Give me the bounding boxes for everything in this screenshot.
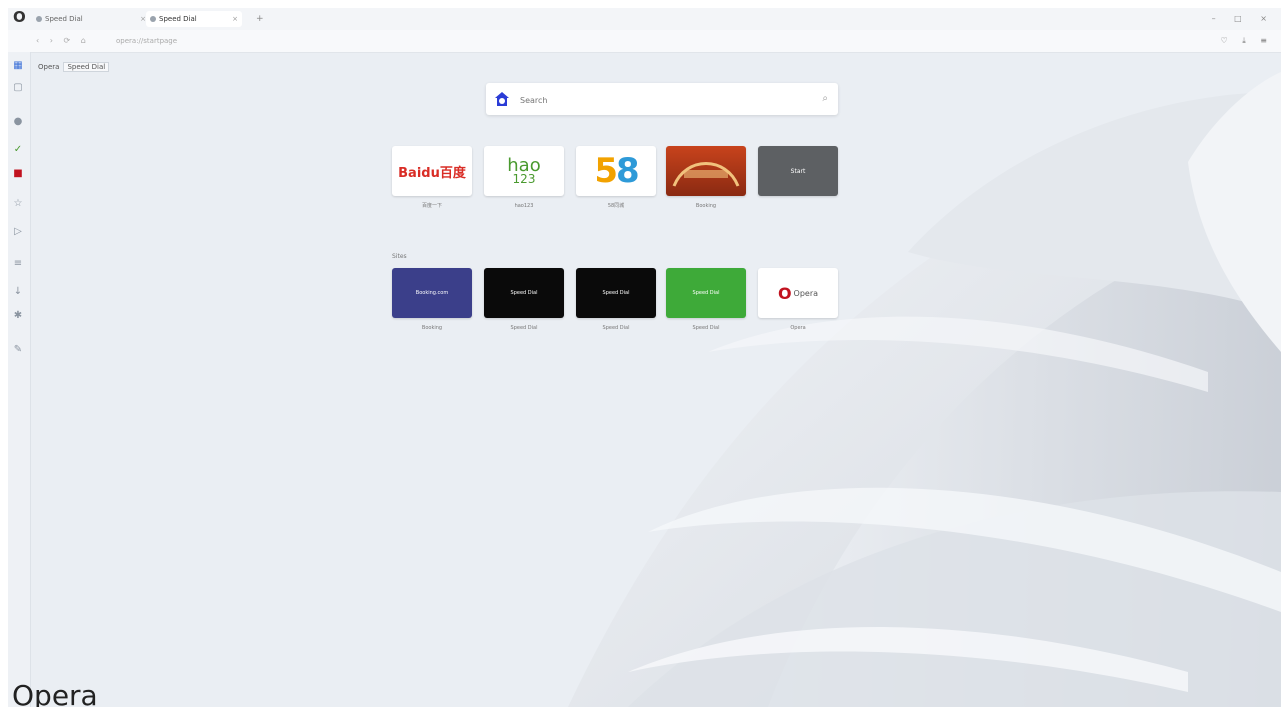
section-label: Sites: [392, 253, 407, 260]
bookmarks-icon[interactable]: ☆: [12, 198, 24, 210]
search-box[interactable]: ⌕: [486, 83, 838, 115]
speed-dial-tile-hao123[interactable]: hao 123: [484, 146, 564, 196]
vk-icon[interactable]: ■: [12, 168, 24, 180]
tile-label: Speed Dial: [510, 290, 538, 296]
speed-dial-tile-site[interactable]: Speed Dial: [484, 268, 564, 318]
bookmark-item[interactable]: Opera: [38, 63, 59, 71]
opera-logo-icon[interactable]: O: [13, 10, 27, 25]
tile-label: Speed Dial: [602, 290, 630, 296]
tab-2[interactable]: Speed Dial ×: [146, 11, 242, 27]
speed-dial-tile-site[interactable]: Speed Dial: [666, 268, 746, 318]
speed-dial-tile-start[interactable]: Start: [758, 146, 838, 196]
tile-caption: Speed Dial: [692, 325, 720, 331]
tile-caption: 百度一下: [421, 203, 442, 209]
tab-2-label: Speed Dial: [159, 15, 197, 23]
tile-caption: Speed Dial: [602, 325, 630, 331]
new-tab-icon[interactable]: +: [256, 11, 264, 27]
history-icon[interactable]: ≡: [12, 258, 24, 270]
tile-caption: Speed Dial: [510, 325, 538, 331]
speed-dial-tile-site[interactable]: Booking.com: [392, 268, 472, 318]
tile-caption: hao123: [514, 203, 534, 209]
tile-58-eight: 8: [616, 151, 640, 191]
bookmarks-bar: Opera Speed Dial: [38, 62, 110, 72]
window-controls[interactable]: – □ ×: [1212, 11, 1275, 27]
player-icon[interactable]: ▷: [12, 226, 24, 238]
tile-caption: 58同城: [607, 203, 625, 209]
tile-hao-top: hao: [507, 154, 541, 176]
speed-dial-icon[interactable]: ▦: [12, 60, 24, 72]
tile-label: Speed Dial: [692, 290, 720, 296]
news-icon[interactable]: ▢: [12, 82, 24, 94]
tab-1[interactable]: Speed Dial ×: [32, 11, 150, 27]
search-engine-logo-icon[interactable]: [494, 91, 510, 107]
tile-58-five: 5: [594, 151, 618, 191]
tile-hao-num: 123: [512, 171, 536, 186]
speed-dial-tile-baidu[interactable]: Baidu百度: [392, 146, 472, 196]
browser-window: O Speed Dial × Speed Dial × + – □ × ‹ › …: [8, 8, 1281, 707]
settings-icon[interactable]: ✱: [12, 310, 24, 322]
speed-dial-tile-opera[interactable]: O Opera: [758, 268, 838, 318]
booking-image-icon: [672, 162, 740, 187]
downloads-icon[interactable]: ↓: [12, 286, 24, 298]
tile-grey-label: Start: [790, 167, 806, 175]
speed-dial-tile-booking[interactable]: [666, 146, 746, 196]
speed-dial-tile-site[interactable]: Speed Dial: [576, 268, 656, 318]
tab-1-label: Speed Dial: [45, 15, 83, 23]
url-field[interactable]: opera://startpage: [116, 34, 616, 48]
title-bar: O Speed Dial × Speed Dial × + – □ ×: [8, 8, 1281, 31]
tile-label: Booking.com: [415, 290, 449, 296]
edit-icon[interactable]: ✎: [12, 344, 24, 356]
address-bar: ‹ › ⟳ ⌂ opera://startpage ♡ ⤓ ≡: [8, 30, 1281, 53]
whatsapp-icon[interactable]: ✓: [12, 144, 24, 156]
tile-caption: Booking: [421, 325, 443, 331]
messenger-icon[interactable]: ●: [12, 116, 24, 128]
nav-buttons[interactable]: ‹ › ⟳ ⌂: [36, 33, 90, 49]
tile-caption: Opera: [790, 325, 806, 331]
search-input[interactable]: [518, 91, 792, 109]
tab-favicon-icon: [36, 16, 42, 22]
search-icon[interactable]: ⌕: [822, 92, 828, 106]
tab-favicon-icon: [150, 16, 156, 22]
image-caption: Opera: [12, 681, 98, 707]
close-tab-icon[interactable]: ×: [232, 11, 238, 27]
speed-dial-tile-58[interactable]: 58: [576, 146, 656, 196]
opera-o-icon: O: [777, 283, 792, 303]
sidebar: ▦ ▢ ● ✓ ■ ☆ ▷ ≡ ↓ ✱ ✎: [8, 52, 31, 707]
tile-caption: Booking: [695, 203, 717, 209]
address-bar-tools[interactable]: ♡ ⤓ ≡: [1221, 33, 1274, 49]
bookmark-item[interactable]: Speed Dial: [63, 62, 110, 72]
tile-label: Opera: [793, 288, 819, 298]
tile-baidu-label: Baidu百度: [398, 165, 466, 181]
